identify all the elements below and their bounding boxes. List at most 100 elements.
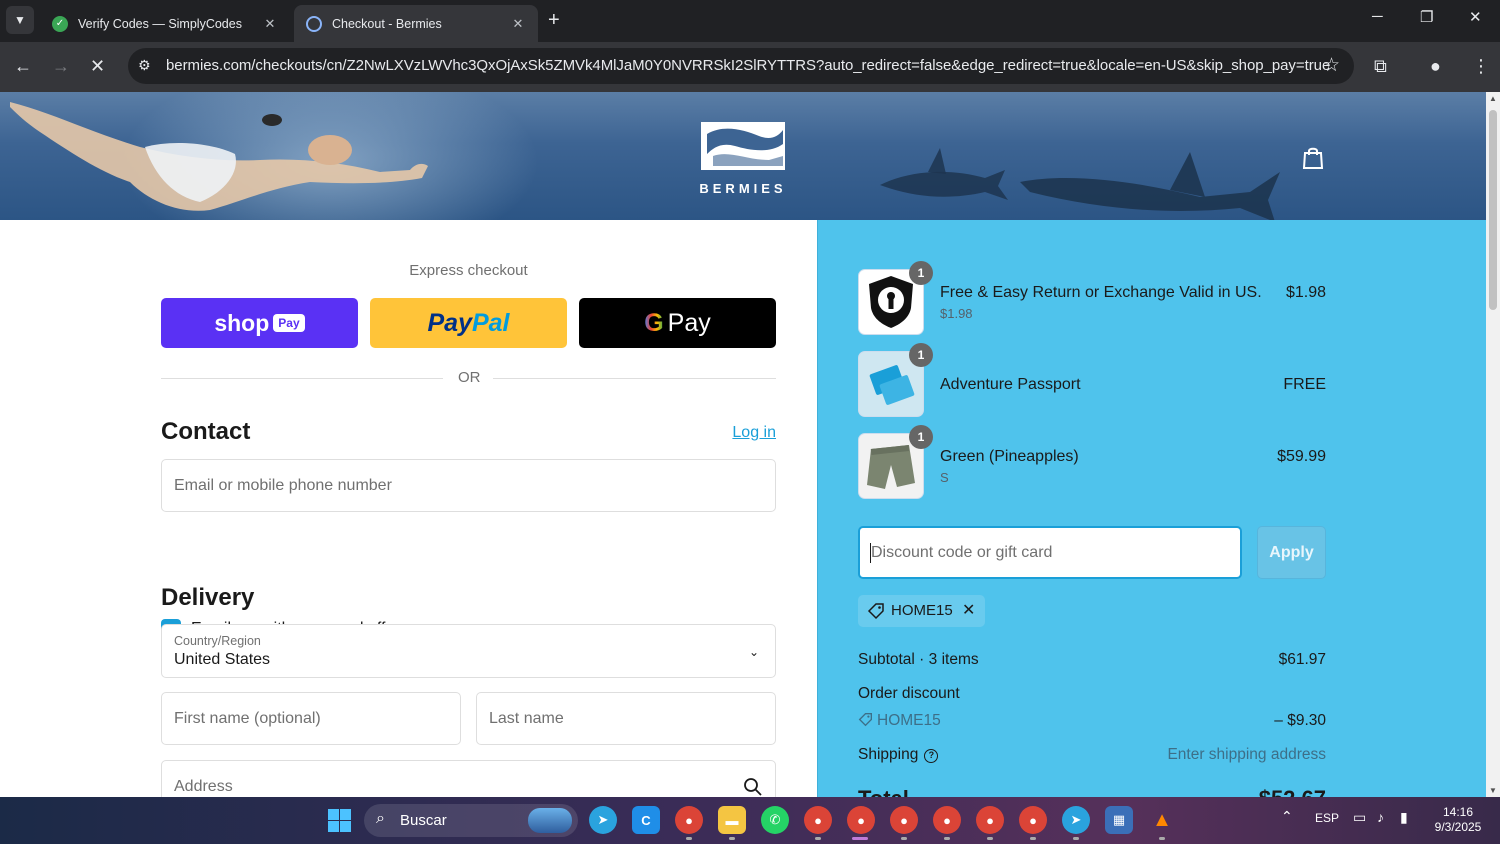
first-name-field[interactable]: First name (optional)	[161, 692, 461, 745]
back-icon[interactable]: ←	[14, 55, 32, 77]
country-select[interactable]: Country/Region United States ⌄	[161, 624, 776, 678]
item-variant: S	[940, 470, 949, 485]
close-tab-icon[interactable]: ✕	[262, 16, 278, 32]
item-name: Free & Easy Return or Exchange Valid in …	[940, 284, 1262, 301]
delivery-heading: Delivery	[161, 584, 255, 611]
item-price: $59.99	[1277, 448, 1326, 465]
taskbar-search[interactable]: ⌕ Buscar	[364, 804, 578, 837]
discount-placeholder: Discount code or gift card	[871, 544, 1053, 561]
site-info-icon[interactable]: ⚙	[138, 57, 151, 74]
or-divider: OR	[161, 368, 776, 388]
restore-icon[interactable]: ❐	[1420, 8, 1433, 26]
taskbar-clock[interactable]: 14:16 9/3/2025	[1428, 805, 1488, 835]
paypal-label-a: Pay	[427, 308, 472, 337]
brand-wordmark: BERMIES	[699, 181, 787, 196]
taskbar-search-label: Buscar	[400, 812, 447, 829]
google-g-icon: G	[644, 308, 664, 337]
clock-date: 9/3/2025	[1434, 820, 1482, 834]
chrome-profile-icon[interactable]: ●	[1019, 806, 1047, 834]
cart-bag-icon[interactable]	[1302, 146, 1324, 170]
line-item: 1 Free & Easy Return or Exchange Valid i…	[858, 261, 1326, 337]
page-scrollbar[interactable]: ▲ ▼	[1486, 92, 1500, 797]
stop-loading-icon[interactable]: ✕	[90, 55, 105, 77]
chrome-profile-icon[interactable]: ●	[976, 806, 1004, 834]
email-placeholder: Email or mobile phone number	[174, 477, 392, 494]
logo-mark-icon	[701, 122, 785, 170]
item-price: $1.98	[1285, 284, 1326, 301]
profile-icon[interactable]: ●	[1430, 55, 1441, 77]
country-value: United States	[174, 651, 271, 668]
first-name-placeholder: First name (optional)	[174, 710, 321, 727]
shop-pay-button[interactable]: shop Pay	[161, 298, 358, 348]
extensions-icon[interactable]: ⧉	[1374, 55, 1387, 77]
forward-icon[interactable]: →	[52, 55, 70, 77]
quantity-badge: 1	[909, 261, 933, 285]
log-in-link[interactable]: Log in	[732, 424, 776, 442]
search-highlight-image	[528, 808, 572, 833]
order-discount-code-row: HOME15 – $9.30	[858, 712, 1326, 730]
quantity-badge: 1	[909, 343, 933, 367]
shield-lock-icon	[869, 276, 913, 328]
email-field[interactable]: Email or mobile phone number	[161, 459, 776, 512]
tab-checkout[interactable]: Checkout - Bermies ✕	[294, 5, 538, 42]
telegram-icon[interactable]: ➤	[589, 806, 617, 834]
tab-search-button[interactable]: ▼	[6, 6, 34, 34]
country-label: Country/Region	[174, 634, 261, 648]
item-name: Adventure Passport	[940, 376, 1081, 393]
tag-icon	[867, 603, 884, 620]
remove-discount-icon[interactable]: ✕	[962, 600, 975, 620]
whatsapp-icon[interactable]: ✆	[761, 806, 789, 834]
new-tab-icon[interactable]: +	[548, 9, 560, 32]
shipping-row: Shipping? Enter shipping address	[858, 746, 1326, 764]
close-tab-icon[interactable]: ✕	[510, 16, 526, 32]
language-indicator[interactable]: ESP	[1315, 811, 1339, 825]
apply-button[interactable]: Apply	[1257, 526, 1326, 579]
tab-simplycodes[interactable]: ✓ Verify Codes — SimplyCodes ✕	[40, 5, 290, 42]
paypal-button[interactable]: Pay Pal	[370, 298, 567, 348]
battery-icon[interactable]: ▮	[1400, 809, 1408, 826]
chrome-profile-icon[interactable]: ●	[890, 806, 918, 834]
windows-taskbar: ⌕ Buscar ➤ C ● ▬ ✆ ● ● ● ● ● ● ➤ ▦ ▲ ⌃ E…	[0, 797, 1500, 844]
bookmark-star-icon[interactable]: ☆	[1323, 54, 1340, 77]
search-icon: ⌕	[376, 810, 385, 827]
order-discount-value: – $9.30	[1274, 712, 1326, 729]
telegram-icon[interactable]: ➤	[1062, 806, 1090, 834]
scrollbar-thumb[interactable]	[1489, 110, 1497, 310]
last-name-field[interactable]: Last name	[476, 692, 776, 745]
minimize-icon[interactable]: ─	[1372, 8, 1383, 25]
windows-start-icon[interactable]	[328, 809, 351, 832]
chrome-icon[interactable]: ●	[675, 806, 703, 834]
applied-discount-chip: HOME15 ✕	[858, 595, 985, 627]
volume-icon[interactable]: ♪	[1377, 809, 1384, 825]
shorts-image	[867, 445, 915, 489]
shark-image	[880, 148, 1008, 200]
google-pay-label: Pay	[667, 308, 711, 337]
order-discount-row: Order discount	[858, 685, 1326, 703]
scroll-up-icon[interactable]: ▲	[1489, 94, 1497, 103]
address-field[interactable]: Address	[161, 760, 776, 797]
chevron-up-icon[interactable]: ⌃	[1281, 808, 1293, 825]
google-pay-button[interactable]: G Pay	[579, 298, 776, 348]
network-icon[interactable]: ▭	[1353, 809, 1366, 826]
help-circle-icon[interactable]: ?	[924, 749, 939, 763]
chrome-profile-icon[interactable]: ●	[933, 806, 961, 834]
address-bar[interactable]: ⚙ bermies.com/checkouts/cn/Z2NwLXVzLWVhc…	[128, 48, 1354, 84]
chrome-profile-icon[interactable]: ●	[847, 806, 875, 834]
header-banner: BERMIES	[0, 92, 1486, 220]
close-window-icon[interactable]: ✕	[1469, 8, 1482, 26]
calculator-icon[interactable]: ▦	[1105, 806, 1133, 834]
item-name: Green (Pineapples)	[940, 448, 1079, 465]
scroll-down-icon[interactable]: ▼	[1489, 786, 1497, 795]
discount-code-input[interactable]: Discount code or gift card	[858, 526, 1242, 579]
menu-kebab-icon[interactable]: ⋮	[1472, 55, 1490, 77]
total-label: Total	[858, 786, 909, 797]
simplycodes-favicon-icon: ✓	[52, 15, 68, 32]
clock-time: 14:16	[1442, 805, 1474, 819]
shop-pay-label: shop	[214, 309, 270, 336]
chrome-profile-icon[interactable]: ●	[804, 806, 832, 834]
swimmer-image	[10, 102, 428, 211]
vlc-icon[interactable]: ▲	[1148, 806, 1176, 834]
file-explorer-icon[interactable]: ▬	[718, 806, 746, 834]
app-c-icon[interactable]: C	[632, 806, 660, 834]
bermies-logo[interactable]: BERMIES	[698, 120, 788, 196]
